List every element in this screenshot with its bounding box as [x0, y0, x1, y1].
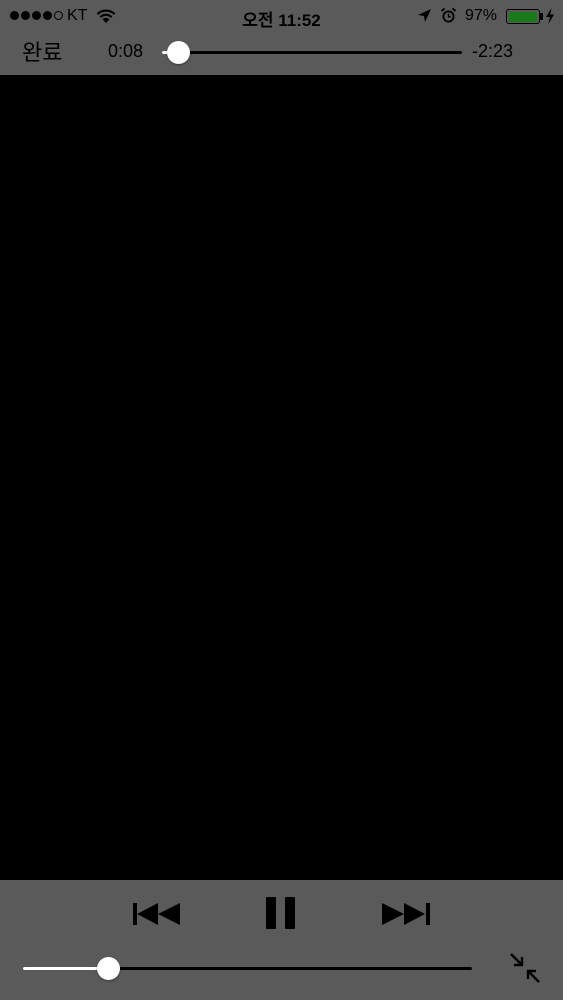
skip-forward-button[interactable] [381, 900, 431, 928]
done-button[interactable]: 완료 [22, 35, 62, 67]
remaining-time: -2:23 [472, 41, 514, 61]
location-arrow-icon [418, 9, 431, 22]
scrubber-knob[interactable] [166, 41, 190, 64]
elapsed-time: 0:08 [108, 41, 144, 61]
top-playback-bar: 완료 0:08 -2:23 [0, 32, 563, 75]
battery-percent: 97% [465, 7, 498, 24]
status-bar: KT 오전 11:52 97% [0, 0, 563, 32]
alarm-clock-icon [440, 7, 457, 23]
video-area[interactable] [0, 75, 563, 880]
volume-slider-fill [23, 967, 109, 970]
bottom-controls-bar [0, 880, 563, 1000]
skip-back-button[interactable] [132, 900, 182, 928]
skip-back-icon [133, 903, 180, 925]
battery-cap [540, 13, 543, 20]
battery-icon [506, 9, 540, 24]
video-player-screen: KT 오전 11:52 97% 완료 0:08 -2:23 [0, 0, 563, 1000]
exit-fullscreen-icon [510, 953, 540, 983]
pause-button[interactable] [265, 896, 297, 930]
scrubber-track[interactable] [162, 51, 462, 54]
pause-icon [266, 897, 295, 929]
battery-level-fill [508, 11, 537, 22]
exit-fullscreen-button[interactable] [508, 951, 542, 985]
skip-forward-icon [382, 903, 430, 925]
volume-slider-knob[interactable] [96, 957, 120, 980]
charging-bolt-icon [546, 8, 554, 24]
